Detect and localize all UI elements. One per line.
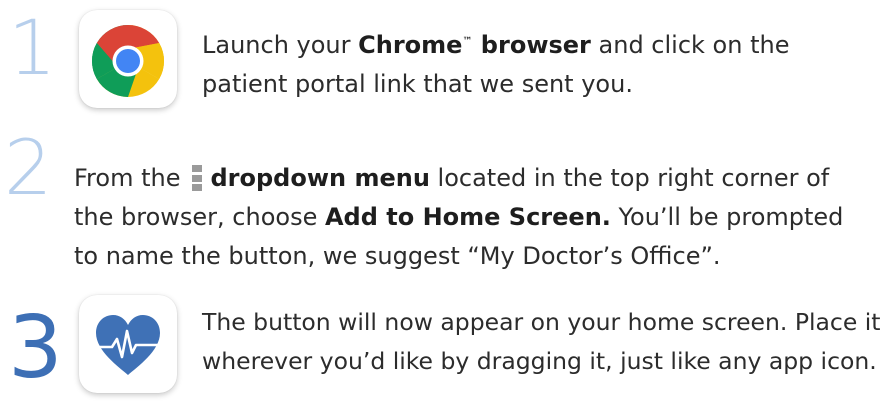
chrome-icon <box>91 24 165 98</box>
step-2-text-b: located in the top right corner of <box>429 164 830 192</box>
chrome-label: Chrome <box>358 31 463 59</box>
step-1-line-2: patient portal link that we sent you. <box>202 70 633 98</box>
add-to-home-screen-label: Add to Home Screen. <box>324 203 611 231</box>
step-2-line-1: From the dropdown menu located in the top… <box>74 159 843 198</box>
chrome-app-tile <box>79 10 177 108</box>
doctor-app-tile <box>79 295 177 393</box>
step-2-line-2: the browser, choose Add to Home Screen. … <box>74 198 843 237</box>
step-number-3: 3 <box>8 298 63 398</box>
trademark-symbol: ™ <box>462 36 473 47</box>
step-3-text: The button will now appear on your home … <box>202 303 881 381</box>
step-2-text: From the dropdown menu located in the top… <box>74 159 843 276</box>
step-1-text: Launch your Chrome™ browser and click on… <box>202 22 789 104</box>
browser-label: browser <box>472 31 591 59</box>
step-1-text-a: Launch your <box>202 31 359 59</box>
heart-pulse-icon <box>94 315 162 375</box>
step-1-line-1: Launch your Chrome™ browser and click on… <box>202 22 789 65</box>
step-1-text-b: and click on the <box>590 31 790 59</box>
step-2-line-3: to name the button, we suggest “My Docto… <box>74 242 721 270</box>
step-2-text-d: You’ll be prompted <box>610 203 844 231</box>
step-2-text-a: From the <box>74 164 181 192</box>
step-3-line-2: wherever you’d like by dragging it, just… <box>202 347 877 375</box>
menu-dots-icon <box>192 165 203 191</box>
step-2-text-c: the browser, choose <box>74 203 325 231</box>
step-number-1: 1 <box>8 3 57 92</box>
step-3-line-1: The button will now appear on your home … <box>202 308 881 336</box>
dropdown-menu-label: dropdown menu <box>210 164 430 192</box>
step-number-2: 2 <box>4 123 53 212</box>
